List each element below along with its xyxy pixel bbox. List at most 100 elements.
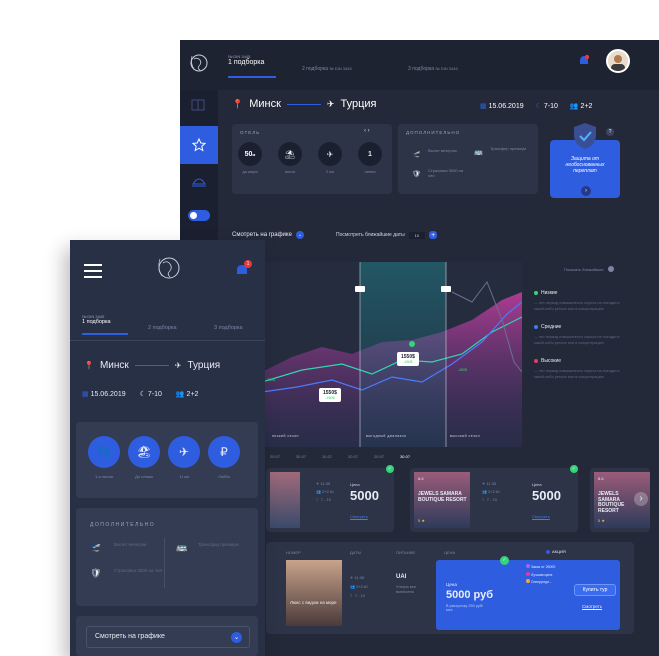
price-callout-1[interactable]: 1550$ -450$ bbox=[397, 352, 419, 366]
offer-2-people: 👥 2+2 AI bbox=[482, 489, 500, 494]
promo-badge-2-dot bbox=[526, 571, 530, 576]
offer-card-2[interactable]: 8.6 JEWELS SAMARA BOUTIQUE RESORT 5 ★ ✈ … bbox=[410, 465, 578, 532]
guarantee-arrow-icon[interactable]: › bbox=[581, 186, 591, 196]
detail-price-label: Цена bbox=[446, 582, 457, 587]
detail-price-note: В рассрочку 250 руб/мес bbox=[446, 604, 484, 612]
offer-1-time: ✈ 11:35 bbox=[316, 481, 331, 486]
promo-badge-3-dot bbox=[526, 579, 530, 584]
mobile-globe-logo-icon bbox=[156, 252, 182, 289]
globe-logo-icon bbox=[188, 50, 210, 76]
offer-card-1[interactable]: ✈ 11:35 👥 2+2 AI ☾ 7 - 10 Цена 5000 Смот… bbox=[266, 465, 394, 532]
tab-2-tag: № DIN 3445 bbox=[329, 66, 352, 71]
carousel-next-icon[interactable]: › bbox=[634, 492, 648, 506]
calendar-icon: ▦ bbox=[480, 103, 487, 110]
user-avatar[interactable] bbox=[606, 49, 630, 73]
chart-view-control[interactable]: Смотреть на графике ⌄ bbox=[232, 231, 304, 239]
tab-3[interactable]: 3 подборка № DIN 3445 bbox=[408, 66, 458, 72]
hamburger-menu-icon[interactable] bbox=[84, 264, 102, 283]
buy-tour-button[interactable]: Купить тур bbox=[574, 584, 616, 596]
mobile-date-param[interactable]: ▦ 15.06.2019 bbox=[82, 390, 126, 398]
grid-icon[interactable] bbox=[191, 98, 205, 116]
mobile-tab-3[interactable]: 3 подборка bbox=[214, 325, 243, 331]
tab-2[interactable]: 2 подборка № DIN 3445 bbox=[302, 66, 352, 72]
feature-2: 🏖 До пляжа bbox=[128, 436, 160, 479]
route-line bbox=[286, 103, 321, 105]
legend-medium-desc: — это период повышенного спроса на поезд… bbox=[534, 335, 620, 346]
chevron-down-icon: ⌄ bbox=[295, 231, 304, 239]
mobile-features-card: 👣 1-я линия 🏖 До пляжа ✈ 11 км ₽ Лобби bbox=[76, 422, 258, 498]
guarantee-card[interactable]: ? Защита от необоснованных переплат › bbox=[550, 123, 620, 198]
route-from[interactable]: Минск bbox=[249, 98, 281, 110]
offer-1-link[interactable]: Смотреть bbox=[350, 514, 368, 519]
mobile-tab-1[interactable]: № DIN 3445 1 подборка bbox=[82, 314, 128, 335]
offer-3-stars: 5 ★ bbox=[598, 518, 605, 523]
mobile-plane-icon: ✈ bbox=[174, 361, 182, 370]
plus-button[interactable]: + bbox=[429, 231, 438, 239]
beach-icon[interactable] bbox=[191, 174, 207, 193]
sea-distance-label: до моря bbox=[242, 169, 258, 174]
feature-1: 👣 1-я линия bbox=[88, 436, 120, 479]
price-chart-svg bbox=[261, 262, 523, 447]
hotel-card-arrows[interactable]: ‹ › bbox=[364, 128, 370, 134]
theme-toggle[interactable] bbox=[188, 210, 210, 221]
range-handle-left[interactable] bbox=[355, 286, 365, 292]
tab-1[interactable]: № DIN 3445 1 подборка bbox=[228, 54, 276, 78]
range-handle-right[interactable] bbox=[441, 286, 451, 292]
date-param[interactable]: ▦ 15.06.2019 bbox=[480, 102, 524, 110]
mobile-people-param[interactable]: 👥 2+2 bbox=[176, 390, 199, 398]
date-tick-6: 30.07 bbox=[400, 454, 411, 459]
date-tick-1: 20.07 bbox=[270, 454, 281, 459]
mobile-evening-flight-icon: 🛫 bbox=[90, 542, 102, 552]
room-name: Люкс с видом на море bbox=[290, 600, 337, 605]
trip-params: ▦ 15.06.2019 ☾ 7-10 👥 2+2 bbox=[480, 102, 592, 110]
people-param[interactable]: 👥 2+2 bbox=[570, 102, 593, 110]
food-desc: Ультра все включено bbox=[396, 584, 417, 594]
offer-card-3[interactable]: 8.6 JEWELS SAMARA BOUTIQUE RESORT 5 ★ › bbox=[590, 468, 650, 532]
mobile-route-to[interactable]: Турция bbox=[188, 360, 221, 371]
people-icon: 👥 bbox=[569, 103, 579, 110]
hotel-stats: 50 м до моря ⛱ песок ✈ 2 км 1 линия bbox=[238, 142, 382, 174]
selected-point bbox=[409, 341, 415, 347]
mobile-shield-icon: 🛡 bbox=[90, 568, 102, 578]
feature-4: ₽ Лобби bbox=[208, 436, 240, 479]
promo-badge-1-dot bbox=[526, 564, 530, 568]
nights-param[interactable]: ☾ 7-10 bbox=[536, 102, 558, 110]
legend-low-dot bbox=[534, 291, 538, 295]
price-callout-2[interactable]: 1550$ -450$ bbox=[319, 388, 341, 402]
offer-2-meta: ✈ 11:35 👥 2+2 AI ☾ 7 - 10 bbox=[482, 480, 500, 504]
mobile-nights-param[interactable]: ☾ 7-10 bbox=[140, 390, 162, 398]
offer-1-price: 5000 bbox=[350, 488, 379, 503]
detail-time: ✈ 11:35 bbox=[350, 575, 365, 580]
offer-1-people: 👥 2+2 AI bbox=[316, 489, 334, 494]
guarantee-text: Защита от необоснованных переплат bbox=[565, 156, 605, 174]
detail-price: 5000 руб bbox=[446, 589, 494, 601]
nearest-count[interactable]: 10 bbox=[408, 231, 426, 239]
route-to[interactable]: Турция bbox=[340, 98, 376, 110]
tab-2-label: 2 подборка bbox=[302, 66, 328, 72]
hotel-stat-sand: ⛱ песок bbox=[278, 142, 302, 174]
legend-medium-title: Средние bbox=[541, 324, 562, 331]
bell-icon[interactable] bbox=[578, 54, 590, 73]
offer-2-price: 5000 bbox=[532, 488, 561, 503]
mobile-chart-select[interactable]: Смотреть на графике ⌄ bbox=[86, 626, 250, 648]
detail-people: 👥 2+2 AI bbox=[350, 583, 368, 589]
legend-high: Высокие — это период повышенного спроса … bbox=[534, 358, 630, 380]
mobile-airport-icon: ✈ bbox=[168, 436, 200, 468]
people-value: 2+2 bbox=[580, 103, 593, 110]
detail-meta: ✈ 11:35 👥 2+2 AI ☾ 7 - 10 bbox=[350, 574, 368, 600]
guarantee-help[interactable]: ? bbox=[606, 128, 614, 136]
show-nearest-toggle[interactable]: Показать ближайшие bbox=[564, 266, 614, 272]
star-nav-button[interactable] bbox=[180, 126, 218, 164]
mobile-bell-icon[interactable]: 1 bbox=[236, 260, 252, 283]
band-low-label: низкий сезон bbox=[272, 434, 299, 438]
view-tour-link[interactable]: Смотреть bbox=[582, 604, 602, 609]
callout-3-sub: -450$ bbox=[266, 378, 275, 382]
mobile-extra-title: ДОПОЛНИТЕЛЬНО bbox=[90, 522, 156, 528]
sand-icon: ⛱ bbox=[278, 142, 302, 166]
show-nearest-label: Показать ближайшие bbox=[564, 266, 604, 272]
offer-2-link[interactable]: Смотреть bbox=[532, 514, 550, 519]
mobile-route-from[interactable]: Минск bbox=[100, 360, 129, 371]
extra-card: ДОПОЛНИТЕЛЬНО 🛫 Вылет вечером 🚌 Трансфер… bbox=[398, 124, 538, 194]
hotel-card: ОТЕЛЬ ‹ › 50 м до моря ⛱ песок ✈ 2 км 1 л… bbox=[232, 124, 392, 194]
mobile-tab-2[interactable]: 2 подборка bbox=[148, 325, 177, 331]
